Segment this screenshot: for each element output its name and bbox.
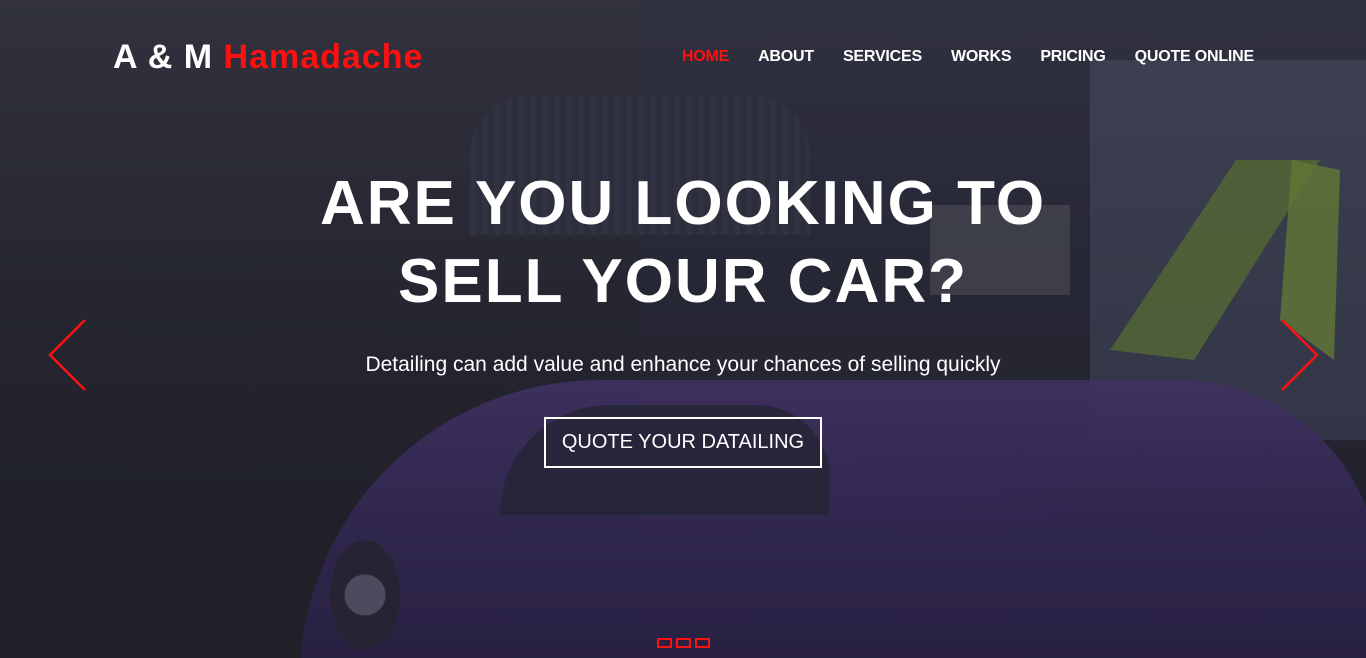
hero-headline-line2: SELL YOUR CAR?: [398, 247, 968, 316]
hero-carousel: A & M Hamadache HOME ABOUT SERVICES WORK…: [0, 0, 1366, 658]
chevron-left-icon: [48, 319, 86, 391]
background-car-wheel: [330, 540, 400, 650]
site-logo[interactable]: A & M Hamadache: [113, 38, 423, 77]
nav-item-services[interactable]: SERVICES: [843, 48, 922, 66]
carousel-indicators: [657, 638, 710, 648]
nav-item-home[interactable]: HOME: [682, 48, 729, 66]
nav-item-works[interactable]: WORKS: [951, 48, 1012, 66]
hero-headline: ARE YOU LOOKING TO SELL YOUR CAR?: [0, 165, 1366, 321]
nav-item-about[interactable]: ABOUT: [758, 48, 814, 66]
carousel-indicator[interactable]: [657, 638, 672, 648]
chevron-right-icon: [1281, 319, 1319, 391]
nav-item-quote-online[interactable]: QUOTE ONLINE: [1135, 48, 1255, 66]
logo-text-primary: A & M: [113, 38, 214, 76]
hero-subtext: Detailing can add value and enhance your…: [365, 353, 1001, 376]
site-header: A & M Hamadache HOME ABOUT SERVICES WORK…: [0, 0, 1366, 115]
quote-detailing-button[interactable]: QUOTE YOUR DATAILING: [543, 417, 823, 468]
hero-caption: ARE YOU LOOKING TO SELL YOUR CAR? Detail…: [0, 165, 1366, 468]
carousel-next-button[interactable]: [1280, 318, 1320, 392]
hero-headline-line1: ARE YOU LOOKING TO: [319, 169, 1047, 238]
nav-item-pricing[interactable]: PRICING: [1040, 48, 1105, 66]
main-nav: HOME ABOUT SERVICES WORKS PRICING QUOTE …: [682, 48, 1254, 66]
carousel-indicator[interactable]: [676, 638, 691, 648]
carousel-indicator[interactable]: [695, 638, 710, 648]
carousel-prev-button[interactable]: [47, 318, 87, 392]
logo-text-accent: Hamadache: [223, 38, 424, 76]
